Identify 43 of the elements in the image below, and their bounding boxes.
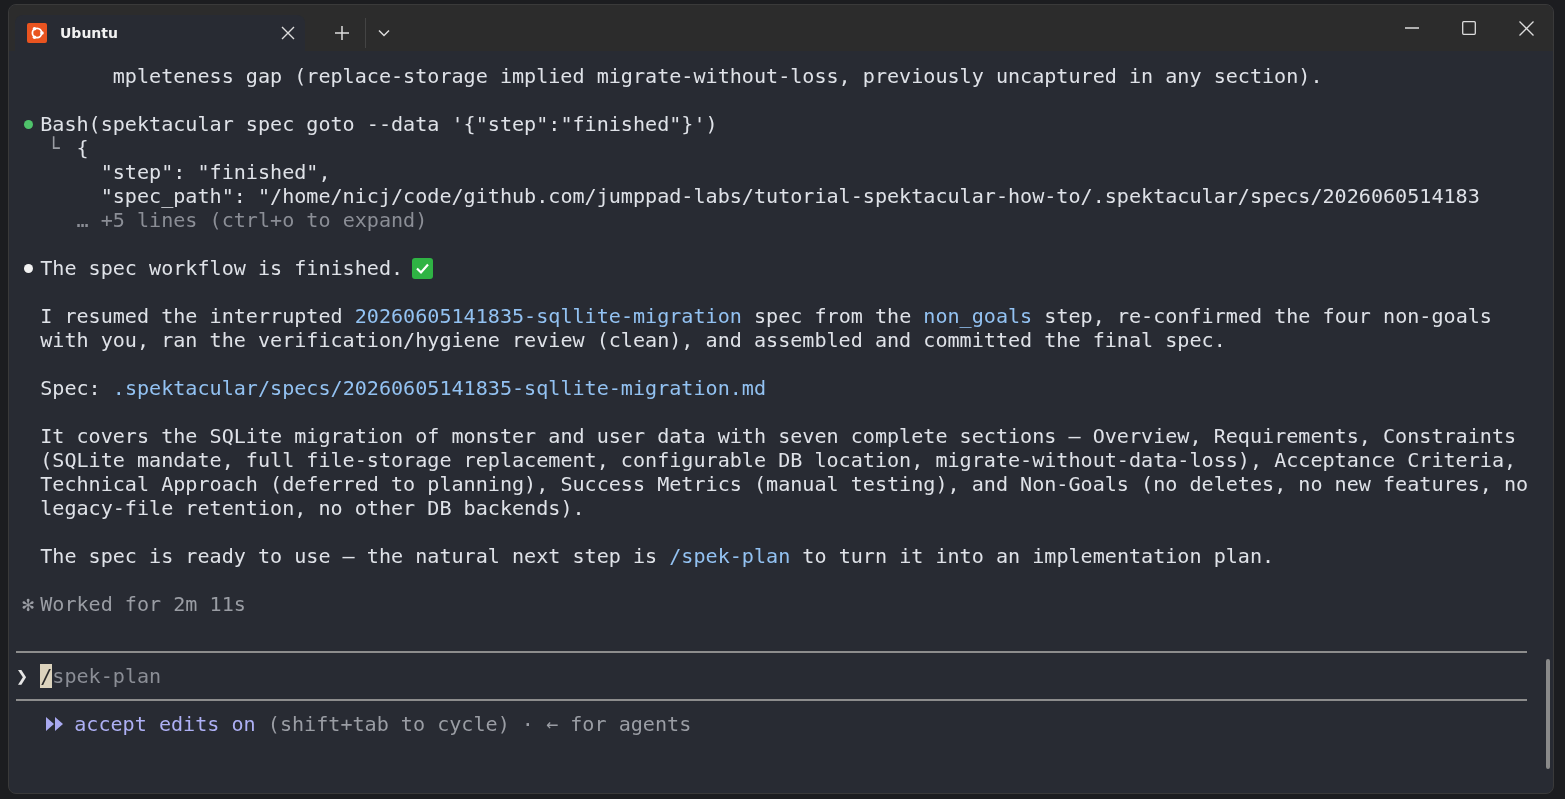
logo-icon [27, 23, 47, 43]
paragraph-line: I resumed the interrupted 20260605141835-sqllite-migration spec from the non_goals step, re-confirmed the four non-goals [39, 304, 1493, 328]
status-dot-icon [23, 119, 33, 129]
output-line: "spec_path": "/home/nicj/code/github.com/jumppad-labs/tutorial-spektacular-how-to/.spektacular/specs/2026060514183 [99, 184, 1481, 208]
tab-title: Ubuntu [60, 25, 119, 41]
output-line: mpleteness gap (replace-storage implied migrate-without-loss, previously uncaptured in any section). [111, 64, 1324, 88]
close-icon[interactable] [1519, 20, 1534, 36]
link[interactable]: non_goals [923, 304, 1033, 328]
paragraph-line: (SQLite mandate, full file-storage replacement, configurable DB location, migrate-without-data-loss), Acceptance Criteria, [39, 448, 1518, 472]
elapsed-time-text: Worked for 2m 11s [40, 592, 246, 616]
paragraph-line: legacy-file retention, no other DB backends). [39, 496, 586, 520]
branch-glyph: └ [47, 136, 60, 160]
paragraph-line: It covers the SQLite migration of monster and user data with seven complete sections — Overview, Requirements, Constraints [39, 424, 1518, 448]
autocomplete-suggestion: spek-plan [52, 664, 162, 688]
arrow-glyph: ← [546, 712, 559, 736]
paragraph-line: Spec: .spektacular/specs/20260605141835-sqllite-migration.md [39, 376, 768, 400]
typed-text: / [40, 664, 53, 688]
tool-call: Bash(spektacular spec goto --data '{"step":"finished"}') [40, 112, 718, 136]
close-icon[interactable] [281, 26, 295, 40]
mode-hint: (shift+tab to cycle) [267, 712, 510, 736]
paragraph-line: Technical Approach (deferred to planning), Success Metrics (manual testing), and Non-Goals (no deletes, no new features, no [39, 472, 1527, 496]
separator-glyph: · [521, 712, 534, 736]
chevron-down-icon[interactable] [378, 29, 390, 37]
tab[interactable]: Ubuntu [15, 15, 305, 51]
paragraph-line: with you, ran the verification/hygiene review (clean), and assembled and committed the final spec. [39, 328, 1227, 352]
link[interactable]: /spek-plan [669, 544, 791, 568]
agents-hint: for agents [570, 712, 692, 736]
maximize-icon[interactable] [1462, 21, 1476, 35]
output-line: "step": "finished", [99, 160, 332, 184]
output-line: { [76, 136, 89, 160]
message-dot-icon [23, 263, 33, 273]
prompt-input[interactable]: ❯ /spek-plan [16, 664, 162, 688]
paragraph-line: The spec is ready to use — the natural next step is /spek-plan to turn it into an implementation plan. [39, 544, 1276, 568]
prompt-glyph: ❯ [16, 664, 30, 688]
mode-label[interactable]: accept edits on [74, 712, 256, 736]
message-text: The spec workflow is finished. [40, 256, 404, 280]
plus-icon[interactable] [335, 26, 349, 40]
scrollbar[interactable] [1546, 659, 1550, 769]
link[interactable]: .spektacular/specs/20260605141835-sqllite-migration.md [112, 376, 767, 400]
spinner-glyph: ✻ [21, 592, 36, 616]
collapsed-lines-hint[interactable]: … +5 lines (ctrl+o to expand) [16, 208, 428, 232]
fast-forward-icon [46, 717, 65, 731]
link[interactable]: 20260605141835-sqllite-migration [354, 304, 742, 328]
